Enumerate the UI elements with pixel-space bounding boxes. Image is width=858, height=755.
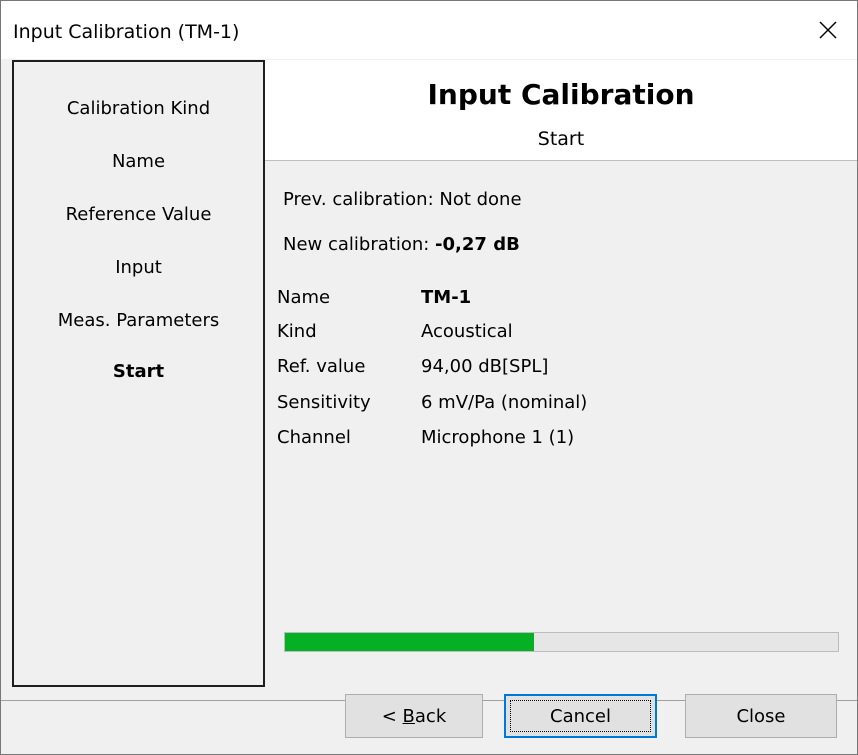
new-calibration-label: New calibration: (283, 234, 436, 255)
calibration-dialog: Input Calibration (TM-1) Calibration Kin… (0, 0, 858, 755)
close-label: Close (736, 705, 786, 727)
back-prefix: < (381, 705, 403, 727)
back-underlined-letter: B (402, 705, 415, 727)
cancel-label: Cancel (550, 705, 611, 727)
detail-label-kind: Kind (277, 321, 317, 342)
calibration-progress-bar (284, 632, 839, 652)
close-icon[interactable] (799, 1, 857, 59)
back-rest: ack (414, 705, 447, 727)
detail-label-sensitivity: Sensitivity (277, 392, 371, 413)
page-title: Input Calibration (427, 78, 695, 111)
prev-calibration-text: Prev. calibration: Not done (283, 189, 522, 210)
step-reference-value: Reference Value (65, 204, 212, 225)
new-calibration-value: -0,27 dB (435, 234, 520, 255)
detail-value-sensitivity: 6 mV/Pa (nominal) (421, 392, 588, 413)
cancel-button[interactable]: Cancel (504, 694, 657, 738)
page-header: Input Calibration Start (265, 60, 857, 161)
detail-value-channel: Microphone 1 (1) (421, 427, 575, 448)
step-meas-parameters: Meas. Parameters (57, 310, 220, 331)
step-name: Name (111, 151, 166, 172)
wizard-steps-panel: Calibration Kind Name Reference Value In… (12, 60, 265, 687)
detail-value-name: TM-1 (421, 287, 472, 308)
page-subtitle: Start (537, 128, 585, 150)
title-bar: Input Calibration (TM-1) (1, 1, 857, 59)
progress-fill (285, 633, 534, 651)
step-input: Input (115, 257, 162, 278)
detail-label-name: Name (277, 287, 331, 308)
detail-value-kind: Acoustical (421, 321, 513, 342)
step-start: Start (112, 361, 165, 382)
detail-value-ref-value: 94,00 dB[SPL] (421, 356, 549, 377)
new-calibration-line: New calibration: -0,27 dB (283, 234, 520, 255)
window-title: Input Calibration (TM-1) (13, 21, 240, 43)
detail-label-channel: Channel (277, 427, 351, 448)
close-button[interactable]: Close (685, 694, 837, 738)
back-button[interactable]: < Back (345, 694, 483, 738)
detail-label-ref-value: Ref. value (277, 356, 366, 377)
step-calibration-kind: Calibration Kind (66, 98, 211, 119)
